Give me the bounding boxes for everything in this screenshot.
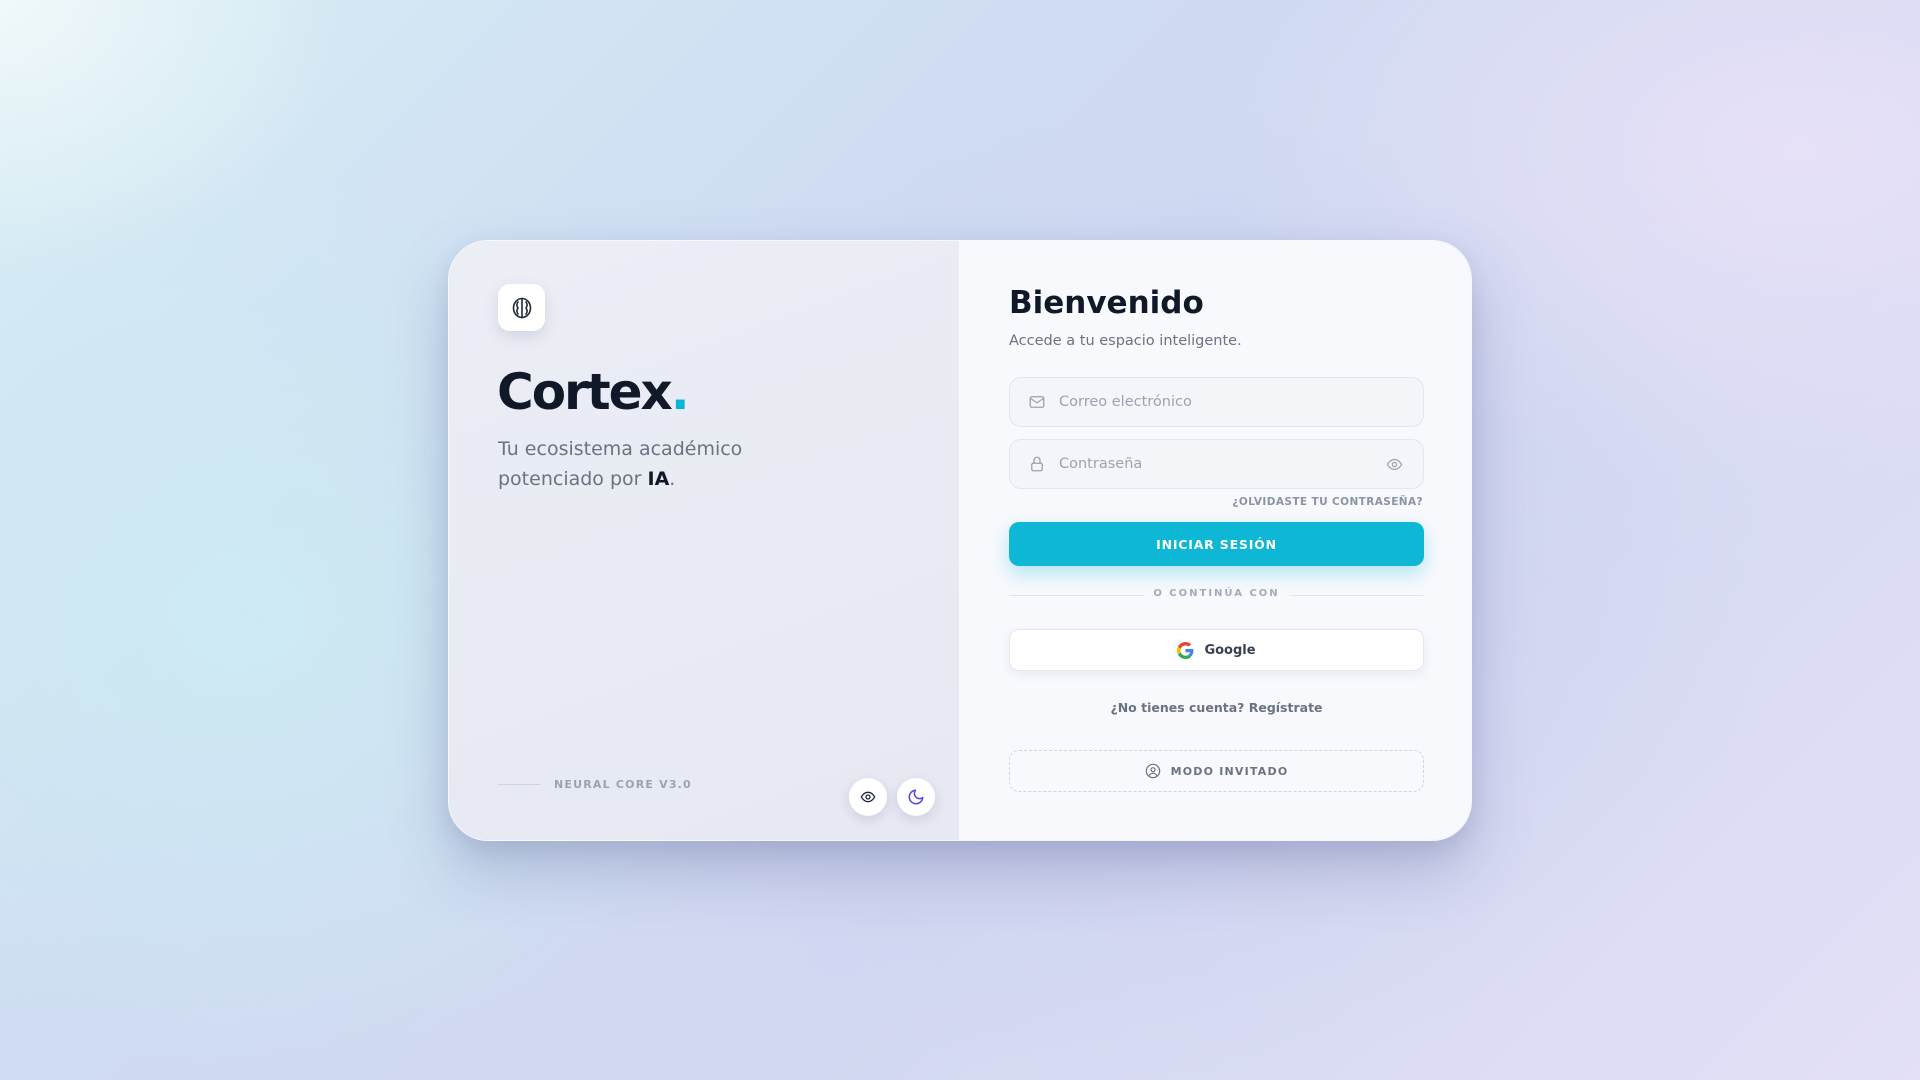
logo [498,284,545,331]
eye-icon [860,791,876,803]
brain-icon [512,297,531,318]
divider-line-right [1289,595,1424,596]
brand-panel: Cortex. Tu ecosistema académico potencia… [449,241,960,840]
login-button[interactable]: INICIAR SESIÓN [1009,522,1424,566]
password-placeholder: Contraseña [1059,456,1143,472]
moon-icon [908,789,924,805]
version-divider [498,784,540,785]
divider-label: O CONTINÚA CON [1153,588,1280,599]
guest-label: MODO INVITADO [1170,764,1289,778]
lock-icon [1031,456,1043,472]
show-password-icon[interactable] [1386,456,1403,473]
email-field[interactable]: Correo electrónico [1009,377,1424,427]
google-label: Google [1204,642,1256,658]
accessibility-toggle-button[interactable] [849,778,887,816]
mail-icon [1029,396,1045,408]
google-signin-button[interactable]: Google [1009,629,1424,671]
forgot-password-link[interactable]: ¿OLVIDASTE TU CONTRASEÑA? [1232,496,1423,508]
email-placeholder: Correo electrónico [1059,394,1192,410]
guest-mode-button[interactable]: MODO INVITADO [1009,750,1424,792]
login-card: Cortex. Tu ecosistema académico potencia… [448,240,1472,841]
login-panel: Bienvenido Accede a tu espacio inteligen… [960,241,1471,840]
register-link[interactable]: ¿No tienes cuenta? Regístrate [1009,700,1424,715]
version-label: NEURAL CORE V3.0 [498,778,692,791]
page-subtitle: Accede a tu espacio inteligente. [1009,333,1242,349]
tagline: Tu ecosistema académico potenciado por I… [498,438,743,490]
password-field[interactable]: Contraseña [1009,439,1424,489]
page-title: Bienvenido [1009,285,1204,321]
google-icon [1177,641,1194,659]
dark-mode-toggle-button[interactable] [897,778,935,816]
brand-title: Cortex. [497,363,690,421]
or-divider: O CONTINÚA CON [1009,587,1424,603]
user-circle-icon [1145,763,1160,779]
